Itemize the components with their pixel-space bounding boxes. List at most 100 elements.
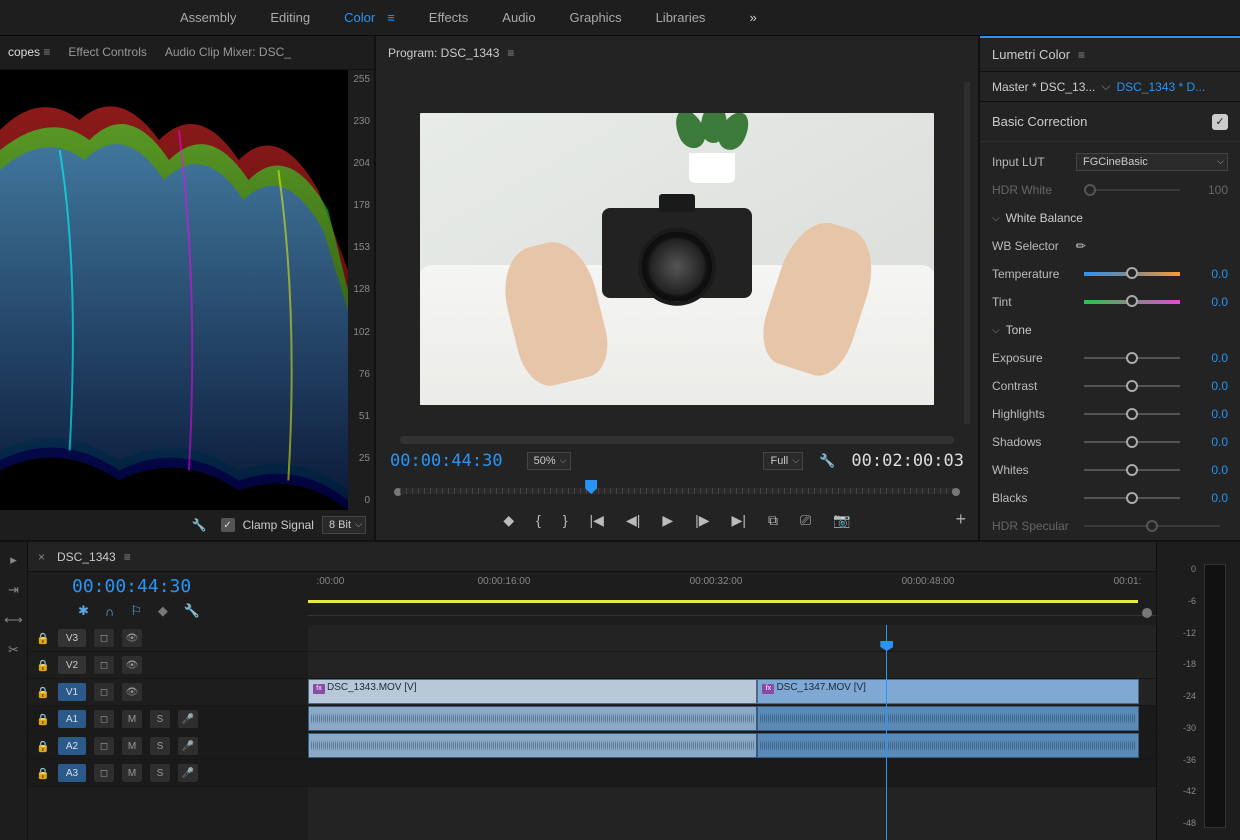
audio-clip-4[interactable] — [757, 733, 1139, 758]
play-icon[interactable]: ▶ — [662, 512, 673, 529]
tint-slider[interactable] — [1084, 300, 1180, 304]
ws-editing[interactable]: Editing — [270, 10, 310, 25]
program-scrollbar[interactable] — [964, 82, 970, 424]
solo-icon[interactable]: S — [150, 710, 170, 728]
mark-in-icon[interactable]: { — [536, 512, 541, 528]
toggle-output-icon[interactable]: 👁 — [122, 656, 142, 674]
magnet-icon[interactable]: ∩ — [105, 604, 114, 619]
audio-clip-1[interactable] — [308, 706, 757, 731]
tone-slider-5[interactable] — [1084, 497, 1180, 499]
mute-icon[interactable]: M — [122, 764, 142, 782]
track-A1[interactable]: A1 — [58, 710, 86, 728]
ws-audio[interactable]: Audio — [502, 10, 535, 25]
toggle-output-icon[interactable]: 👁 — [122, 683, 142, 701]
mark-out-icon[interactable]: } — [563, 512, 568, 528]
marker-tool-icon[interactable]: ◆ — [158, 603, 168, 619]
video-clip-1[interactable]: fxDSC_1343.MOV [V] — [308, 679, 757, 704]
step-back-icon[interactable]: ◀| — [626, 512, 640, 529]
go-to-in-icon[interactable]: |◀ — [590, 512, 604, 529]
lock-icon[interactable]: 🔒 — [36, 632, 50, 645]
tone-value-2[interactable]: 0.0 — [1188, 407, 1228, 421]
tone-value-1[interactable]: 0.0 — [1188, 379, 1228, 393]
sequence-tab[interactable]: DSC_1343 — [57, 550, 116, 564]
track-select-tool-icon[interactable]: ⇥ — [8, 582, 19, 598]
timeline-settings-icon[interactable]: 🔧 — [184, 603, 200, 619]
tone-slider-4[interactable] — [1084, 469, 1180, 471]
voice-over-icon[interactable]: 🎤 — [178, 710, 198, 728]
snap-icon[interactable]: ✱ — [78, 603, 89, 619]
tint-value[interactable]: 0.0 — [1188, 295, 1228, 309]
track-V2[interactable]: V2 — [58, 656, 86, 674]
extract-icon[interactable]: ⎚ — [800, 512, 811, 529]
button-editor-icon[interactable]: + — [955, 509, 966, 530]
program-current-timecode[interactable]: 00:00:44:30 — [390, 451, 503, 471]
lift-icon[interactable]: ⧉ — [768, 512, 778, 529]
ws-graphics[interactable]: Graphics — [570, 10, 622, 25]
tone-value-0[interactable]: 0.0 — [1188, 351, 1228, 365]
basic-correction-header[interactable]: Basic Correction — [992, 114, 1087, 129]
sync-lock-icon[interactable]: ◻ — [94, 764, 114, 782]
mute-icon[interactable]: M — [122, 710, 142, 728]
sync-lock-icon[interactable]: ◻ — [94, 656, 114, 674]
tone-value-3[interactable]: 0.0 — [1188, 435, 1228, 449]
linked-selection-icon[interactable]: ⚐ — [130, 603, 142, 619]
lock-icon[interactable]: 🔒 — [36, 686, 50, 699]
tone-value-4[interactable]: 0.0 — [1188, 463, 1228, 477]
ws-menu-icon[interactable]: ≡ — [387, 10, 395, 25]
video-clip-2[interactable]: fxDSC_1347.MOV [V] — [757, 679, 1139, 704]
toggle-output-icon[interactable]: 👁 — [122, 629, 142, 647]
clamp-signal-checkbox[interactable]: ✓ — [221, 518, 235, 532]
white-balance-header[interactable]: White Balance — [992, 204, 1228, 232]
program-mini-scrub[interactable] — [390, 478, 964, 504]
sync-lock-icon[interactable]: ◻ — [94, 629, 114, 647]
lumetri-clip-label[interactable]: DSC_1343 * D... — [1116, 80, 1205, 94]
timeline-playhead[interactable] — [886, 625, 887, 840]
resolution-dropdown[interactable]: Full — [763, 452, 803, 470]
program-menu-icon[interactable]: ≡ — [507, 46, 514, 60]
tone-slider-3[interactable] — [1084, 441, 1180, 443]
solo-icon[interactable]: S — [150, 764, 170, 782]
audio-clip-3[interactable] — [308, 733, 757, 758]
program-scrub-bar[interactable] — [400, 436, 954, 444]
audio-clip-2[interactable] — [757, 706, 1139, 731]
track-V3[interactable]: V3 — [58, 629, 86, 647]
lumetri-menu-icon[interactable]: ≡ — [1078, 48, 1085, 62]
ws-color[interactable]: Color — [344, 10, 375, 25]
tab-scopes[interactable]: copes ≡ — [8, 45, 50, 59]
tab-audio-clip-mixer[interactable]: Audio Clip Mixer: DSC_ — [165, 45, 291, 59]
track-A2[interactable]: A2 — [58, 737, 86, 755]
timeline-ruler[interactable]: :00:00 00:00:16:00 00:00:32:00 00:00:48:… — [308, 572, 1156, 616]
lock-icon[interactable]: 🔒 — [36, 713, 50, 726]
go-to-out-icon[interactable]: ▶| — [732, 512, 746, 529]
add-marker-icon[interactable]: ◆ — [503, 512, 514, 529]
ws-effects[interactable]: Effects — [429, 10, 469, 25]
export-frame-icon[interactable]: 📷 — [833, 512, 850, 529]
basic-correction-toggle[interactable]: ✓ — [1212, 114, 1228, 130]
selection-tool-icon[interactable]: ▸ — [10, 552, 17, 568]
panel-menu-icon[interactable]: ≡ — [43, 45, 50, 59]
tab-effect-controls[interactable]: Effect Controls — [68, 45, 146, 59]
tone-slider-0[interactable] — [1084, 357, 1180, 359]
lock-icon[interactable]: 🔒 — [36, 767, 50, 780]
mute-icon[interactable]: M — [122, 737, 142, 755]
track-V1[interactable]: V1 — [58, 683, 86, 701]
scope-settings-icon[interactable]: 🔧 — [192, 518, 207, 532]
voice-over-icon[interactable]: 🎤 — [178, 737, 198, 755]
timeline-timecode[interactable]: 00:00:44:30 — [28, 572, 308, 597]
zoom-dropdown[interactable]: 50% — [527, 452, 571, 470]
ripple-tool-icon[interactable]: ⟷ — [4, 612, 23, 628]
ws-overflow-icon[interactable]: » — [749, 10, 756, 25]
ws-libraries[interactable]: Libraries — [656, 10, 706, 25]
solo-icon[interactable]: S — [150, 737, 170, 755]
temperature-value[interactable]: 0.0 — [1188, 267, 1228, 281]
timeline-tracks[interactable]: fxDSC_1343.MOV [V] fxDSC_1347.MOV [V] — [308, 625, 1156, 840]
step-forward-icon[interactable]: |▶ — [695, 512, 709, 529]
timeline-menu-icon[interactable]: ≡ — [124, 550, 131, 564]
temperature-slider[interactable] — [1084, 272, 1180, 276]
input-lut-dropdown[interactable]: FGCineBasic — [1076, 153, 1228, 171]
voice-over-icon[interactable]: 🎤 — [178, 764, 198, 782]
sync-lock-icon[interactable]: ◻ — [94, 710, 114, 728]
ws-assembly[interactable]: Assembly — [180, 10, 236, 25]
tone-header[interactable]: Tone — [992, 316, 1228, 344]
lock-icon[interactable]: 🔒 — [36, 740, 50, 753]
